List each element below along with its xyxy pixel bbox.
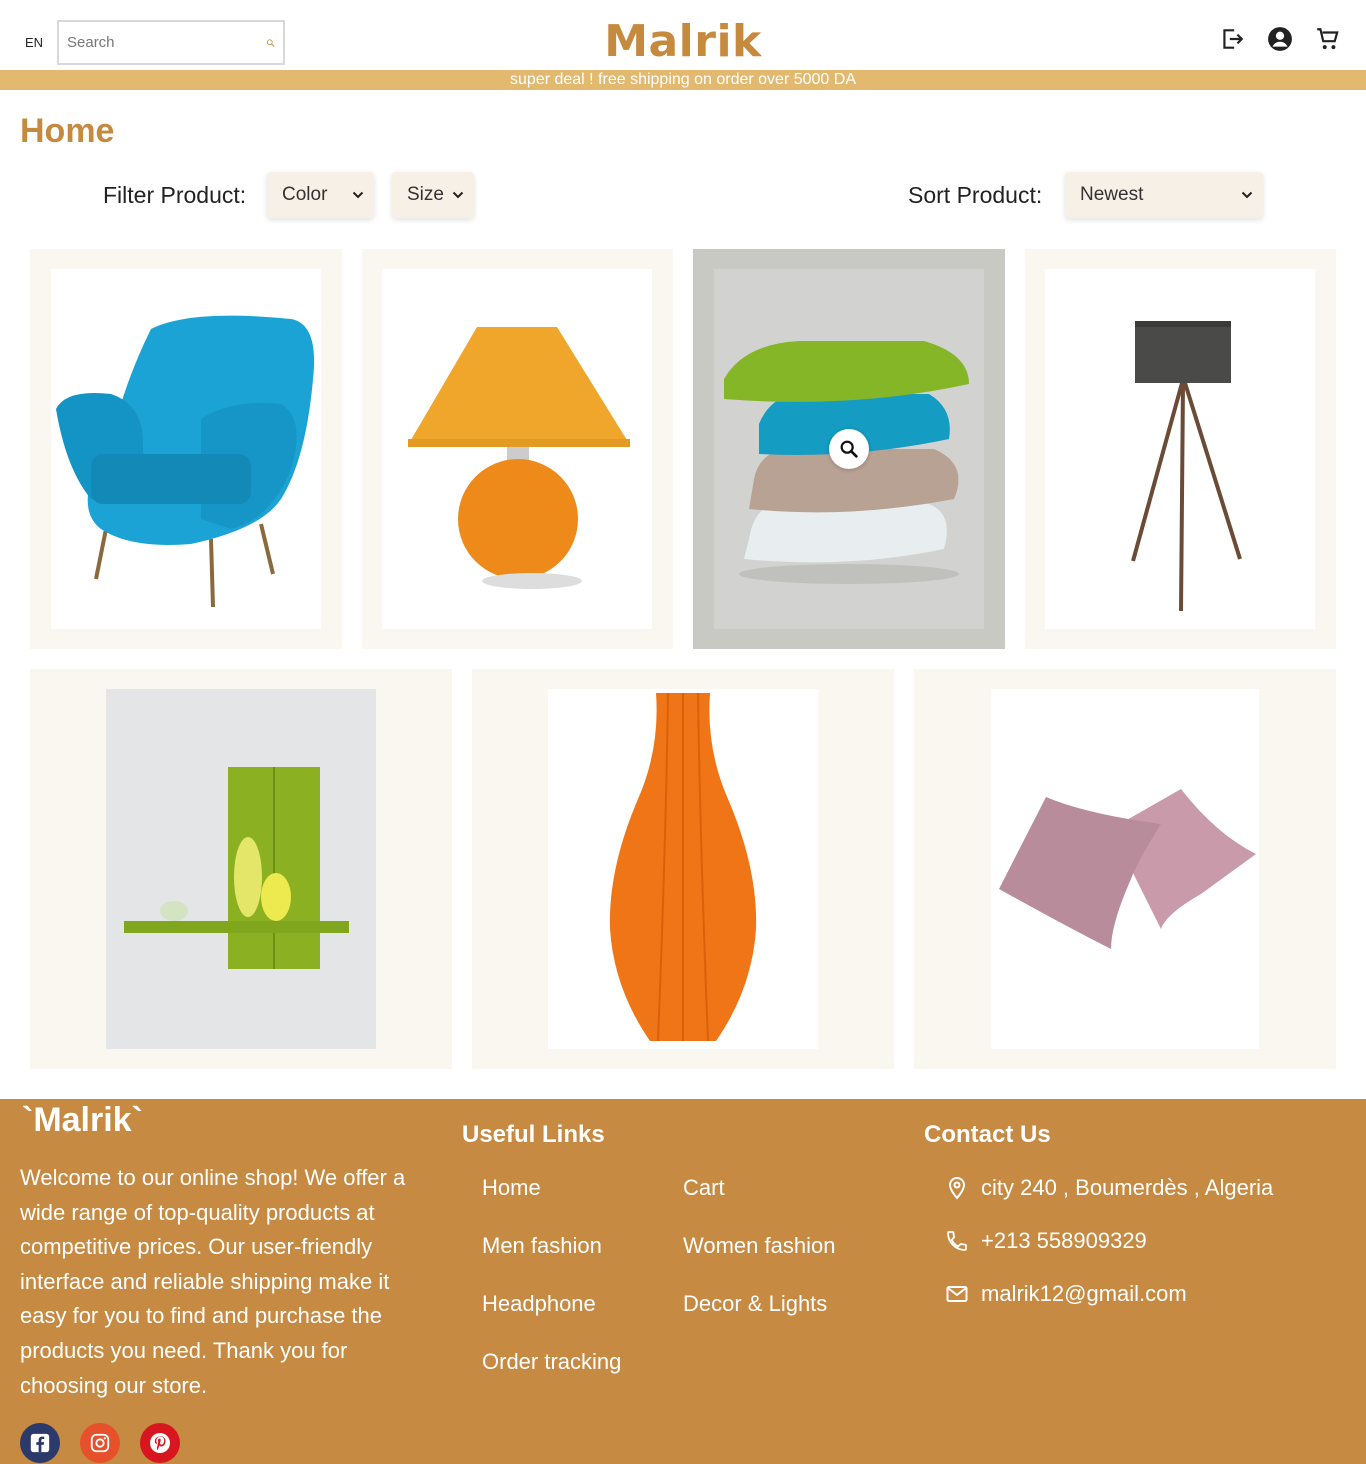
size-filter-value: Size: [407, 184, 444, 205]
social-links: [20, 1423, 180, 1463]
search-box[interactable]: [57, 20, 285, 65]
product-card[interactable]: [362, 249, 673, 649]
footer-link-women-fashion[interactable]: Women fashion: [683, 1232, 883, 1260]
footer-logo: `Malrik`: [22, 1101, 143, 1139]
useful-links-list: Home Cart Men fashion Women fashion Head…: [482, 1174, 902, 1376]
pinterest-icon[interactable]: [140, 1423, 180, 1463]
filter-label: Filter Product:: [103, 182, 247, 208]
mail-icon: [946, 1286, 968, 1302]
product-image-orange-vase[interactable]: [548, 689, 818, 1049]
chevron-down-icon: [1241, 191, 1253, 199]
cart-icon[interactable]: [1315, 26, 1341, 52]
footer-link-decor-lights[interactable]: Decor & Lights: [683, 1290, 883, 1318]
product-card[interactable]: [30, 669, 452, 1069]
product-image-orange-table-lamp[interactable]: [382, 269, 652, 629]
product-card[interactable]: [1025, 249, 1336, 649]
product-card[interactable]: [30, 249, 342, 649]
footer-link-men-fashion[interactable]: Men fashion: [482, 1232, 683, 1260]
footer: `Malrik` Welcome to our online shop! We …: [0, 1099, 1366, 1464]
promo-banner: super deal ! free shipping on order over…: [0, 70, 1366, 90]
contact-email: malrik12@gmail.com: [945, 1280, 1273, 1308]
product-image-tripod-floor-lamp[interactable]: [1045, 269, 1315, 629]
product-image-blue-armchair[interactable]: [51, 269, 321, 629]
header: EN Malrik: [0, 0, 1366, 70]
phone-icon: [947, 1231, 967, 1251]
instagram-icon[interactable]: [80, 1423, 120, 1463]
email-text[interactable]: malrik12@gmail.com: [981, 1281, 1187, 1307]
footer-link-order-tracking[interactable]: Order tracking: [482, 1348, 683, 1376]
contact-heading: Contact Us: [924, 1121, 1051, 1148]
sort-value: Newest: [1080, 184, 1144, 205]
product-image-green-wall-shelf[interactable]: [106, 689, 376, 1049]
footer-about-text: Welcome to our online shop! We offer a w…: [20, 1165, 406, 1398]
zoom-icon: [840, 440, 858, 458]
footer-link-home[interactable]: Home: [482, 1174, 683, 1202]
phone-text[interactable]: +213 558909329: [981, 1228, 1147, 1254]
color-filter-value: Color: [282, 184, 328, 205]
logout-icon[interactable]: [1219, 26, 1245, 52]
size-filter-select[interactable]: Size: [392, 172, 474, 218]
chevron-down-icon: [352, 191, 364, 199]
language-selector[interactable]: EN: [25, 35, 43, 50]
chevron-down-icon: [452, 191, 464, 199]
product-card[interactable]: [914, 669, 1336, 1069]
zoom-button[interactable]: [829, 429, 869, 469]
search-input[interactable]: [67, 34, 266, 51]
location-pin-icon: [948, 1176, 966, 1200]
contact-address: city 240 , Boumerdès , Algeria: [945, 1174, 1273, 1202]
footer-link-headphone[interactable]: Headphone: [482, 1290, 683, 1318]
sort-label: Sort Product:: [908, 182, 1043, 208]
page-title: Home: [20, 112, 115, 150]
sort-select[interactable]: Newest: [1065, 172, 1263, 218]
account-icon[interactable]: [1267, 26, 1293, 52]
color-filter-select[interactable]: Color: [267, 172, 374, 218]
contact-phone: +213 558909329: [945, 1227, 1273, 1255]
footer-link-cart[interactable]: Cart: [683, 1174, 883, 1202]
product-card[interactable]: [472, 669, 894, 1069]
search-icon[interactable]: [266, 31, 275, 55]
contact-list: city 240 , Boumerdès , Algeria +213 5589…: [945, 1174, 1273, 1333]
useful-links-heading: Useful Links: [462, 1121, 605, 1148]
product-card[interactable]: [693, 249, 1005, 649]
facebook-icon[interactable]: [20, 1423, 60, 1463]
address-text: city 240 , Boumerdès , Algeria: [981, 1175, 1274, 1200]
product-image-pink-pillows[interactable]: [991, 689, 1259, 1049]
